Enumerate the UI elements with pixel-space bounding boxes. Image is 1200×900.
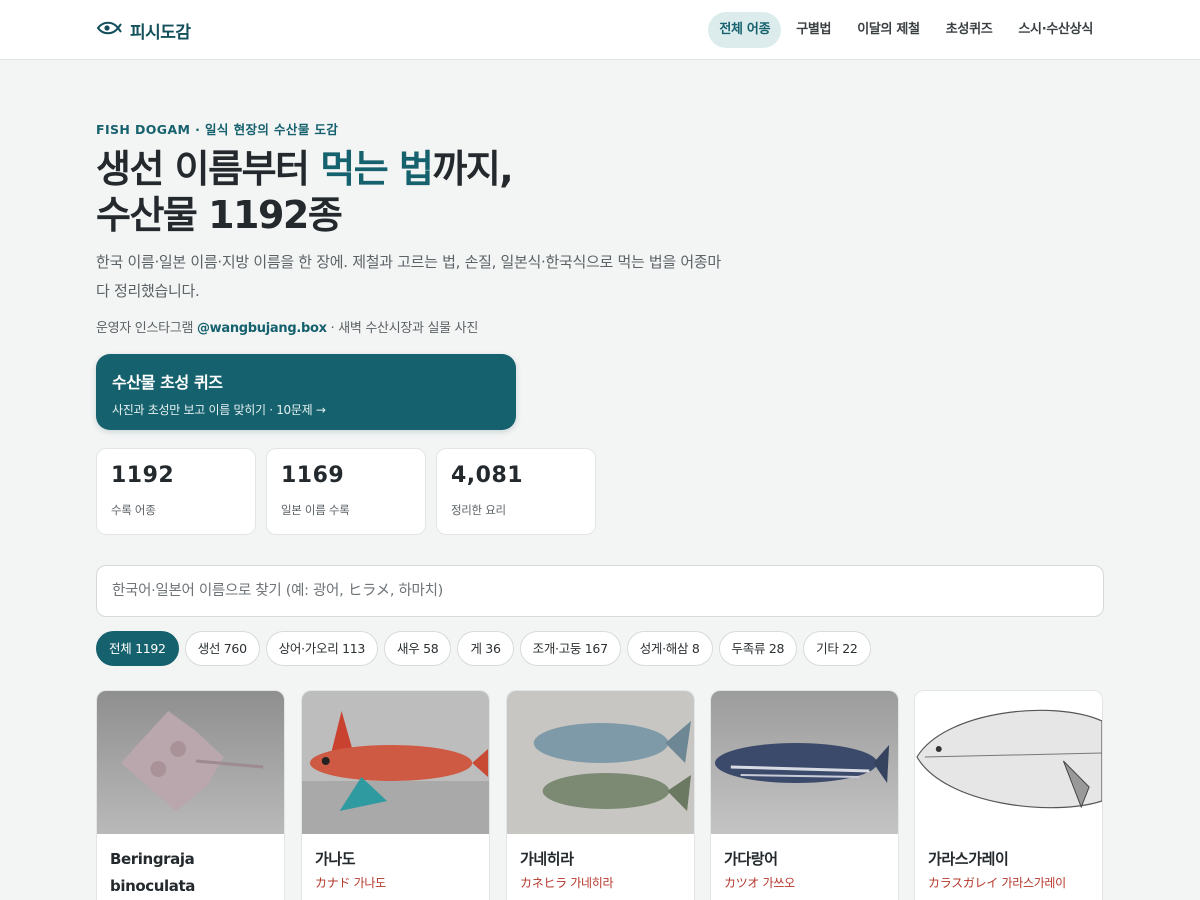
- brand-logo-link[interactable]: 피시도감: [96, 17, 191, 43]
- stat-japanese-names: 1169 일본 이름 수록: [266, 448, 426, 535]
- filter-chip-crab[interactable]: 게 36: [457, 631, 514, 666]
- skipjack-photo: [711, 691, 898, 834]
- filter-chip-all[interactable]: 전체 1192: [96, 631, 179, 666]
- hero-description: 한국 이름·일본 이름·지방 이름을 한 장에. 제철과 고르는 법, 손질, …: [96, 253, 721, 300]
- species-card[interactable]: 가나도 カナド 가나도: [301, 690, 490, 900]
- quiz-banner-button[interactable]: 수산물 초성 퀴즈 사진과 초성만 보고 이름 맞히기 · 10문제 →: [96, 354, 516, 430]
- hero-title: 생선 이름부터 먹는 법까지, 수산물 1192종: [96, 146, 736, 238]
- nav-sushi-knowledge[interactable]: 스시·수산상식: [1007, 12, 1104, 48]
- species-japanese-name: カネヒラ 가네히라: [520, 876, 614, 890]
- species-name: 가나도: [315, 850, 356, 868]
- top-navigation-bar: 피시도감 전체 어종 구별법 이달의 제철 초성퀴즈 스시·수산상식: [0, 0, 1200, 60]
- main-nav: 전체 어종 구별법 이달의 제철 초성퀴즈 스시·수산상식: [708, 12, 1104, 48]
- species-card[interactable]: Beringraja binoculata: [96, 690, 285, 900]
- stat-species-count: 1192 수록 어종: [96, 448, 256, 535]
- species-card[interactable]: 가라스가레이 カラスガレイ 가라스가레이: [914, 690, 1103, 900]
- filter-chip-urchin-cucumber[interactable]: 성게·해삼 8: [626, 631, 713, 666]
- species-japanese-name: カナド 가나도: [315, 876, 386, 890]
- species-name: 가다랑어: [724, 850, 778, 868]
- fish-eye-icon: [96, 20, 122, 40]
- instagram-handle-link[interactable]: @wangbujang.box: [197, 321, 327, 336]
- species-search-input[interactable]: [96, 565, 1104, 617]
- category-filter-bar: 전체 1192 생선 760 상어·가오리 113 새우 58 게 36 조개·…: [96, 631, 871, 666]
- filter-chip-shellfish[interactable]: 조개·고둥 167: [519, 631, 621, 666]
- stat-label: 일본 이름 수록: [281, 503, 350, 517]
- operator-suffix: · 새벽 수산시장과 실물 사진: [326, 321, 479, 336]
- species-card[interactable]: 가네히라 カネヒラ 가네히라: [506, 690, 695, 900]
- skate-photo: [97, 691, 284, 834]
- nav-initial-quiz[interactable]: 초성퀴즈: [935, 12, 1004, 48]
- nav-identification[interactable]: 구별법: [785, 12, 842, 48]
- operator-prefix: 운영자 인스타그램: [96, 321, 197, 336]
- species-name: Beringraja binoculata: [110, 850, 195, 895]
- quiz-subtitle: 사진과 초성만 보고 이름 맞히기 · 10문제 →: [112, 403, 326, 417]
- filter-chip-shrimp[interactable]: 새우 58: [384, 631, 452, 666]
- flounder-illustration: [915, 691, 1102, 834]
- stat-value: 4,081: [451, 463, 524, 488]
- hero-title-accent: 먹는 법: [320, 147, 434, 191]
- species-name: 가라스가레이: [928, 850, 1009, 868]
- stat-value: 1192: [111, 463, 175, 488]
- quiz-title: 수산물 초성 퀴즈: [112, 373, 223, 392]
- operator-info: 운영자 인스타그램 @wangbujang.box · 새벽 수산시장과 실물 …: [96, 317, 478, 336]
- stat-recipes: 4,081 정리한 요리: [436, 448, 596, 535]
- stat-value: 1169: [281, 463, 345, 488]
- red-gurnard-photo: [302, 691, 489, 834]
- filter-chip-other[interactable]: 기타 22: [803, 631, 871, 666]
- species-name: 가네히라: [520, 850, 574, 868]
- hero-eyebrow: FISH DOGAM · 일식 현장의 수산물 도감: [96, 122, 339, 137]
- stat-label: 정리한 요리: [451, 503, 506, 517]
- nav-all-species[interactable]: 전체 어종: [708, 12, 782, 48]
- species-card[interactable]: 가다랑어 カツオ 가쓰오: [710, 690, 899, 900]
- filter-chip-cephalopods[interactable]: 두족류 28: [718, 631, 798, 666]
- nav-in-season[interactable]: 이달의 제철: [846, 12, 931, 48]
- filter-chip-fish[interactable]: 생선 760: [184, 631, 260, 666]
- filter-chip-sharks-rays[interactable]: 상어·가오리 113: [265, 631, 379, 666]
- species-japanese-name: カツオ 가쓰오: [724, 876, 795, 890]
- stat-label: 수록 어종: [111, 503, 156, 517]
- species-japanese-name: カラスガレイ 가라스가레이: [928, 876, 1066, 890]
- bitterling-photo: [507, 691, 694, 834]
- hero-title-line2: 수산물 1192종: [96, 193, 343, 237]
- hero-title-part2: 까지,: [432, 147, 513, 191]
- brand-name: 피시도감: [130, 22, 191, 43]
- hero-title-part1: 생선 이름부터: [96, 147, 321, 191]
